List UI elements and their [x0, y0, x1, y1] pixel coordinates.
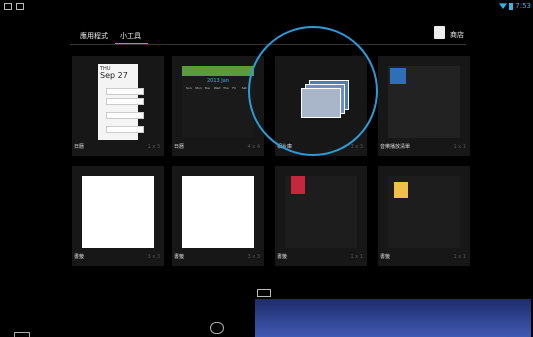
- weekday-label: Thu: [223, 86, 229, 90]
- wallpaper-preview: [255, 299, 531, 337]
- widget-size: 3 x 3: [247, 254, 261, 260]
- widget-tile[interactable]: 書籤 3 x 3: [172, 166, 264, 266]
- weekday-label: Sun: [186, 86, 192, 90]
- status-bar: 7:53: [0, 0, 533, 14]
- bookmarks-grid-preview: [82, 176, 154, 248]
- month-grid: Sun Mon Tue Wed Thu Fri Sat: [186, 86, 250, 134]
- widget-size: 1 x 3: [147, 144, 161, 150]
- widget-tile[interactable]: 音樂播放清單 1 x 1: [378, 56, 470, 156]
- calendar-event: [106, 126, 144, 133]
- weekday-label: Fri: [232, 86, 236, 90]
- status-clock: 7:53: [515, 2, 531, 10]
- image-notification-icon: [16, 3, 24, 10]
- notification-icon: [257, 289, 271, 297]
- widget-name: 日曆: [74, 144, 85, 150]
- widget-size: 1 x 1: [350, 254, 364, 260]
- weekday-label: Mon: [195, 86, 202, 90]
- month-calendar-preview: 2013 Jan Sun Mon Tue Wed Thu Fri Sat: [182, 66, 254, 138]
- widget-size: 3 x 3: [147, 254, 161, 260]
- shopping-bag-icon[interactable]: [434, 26, 445, 39]
- bookmark-file-icon: [394, 182, 408, 198]
- battery-icon: [509, 3, 513, 10]
- home-icon[interactable]: [14, 332, 30, 337]
- widget-tile[interactable]: 書籤 3 x 3: [72, 166, 164, 266]
- widget-name: 書籤: [380, 254, 391, 260]
- widget-size: 3 x 3: [350, 144, 364, 150]
- back-icon[interactable]: [210, 322, 224, 334]
- widget-name: 音樂播放清單: [380, 144, 411, 150]
- play-icon: [390, 68, 406, 84]
- widget-name: 日曆: [174, 144, 185, 150]
- widget-tile[interactable]: THU Sep 27 日曆 1 x 3: [72, 56, 164, 156]
- widget-name: 書籤: [174, 254, 185, 260]
- calendar-event: [106, 112, 144, 119]
- highlight-circle: [248, 26, 378, 156]
- widget-tile[interactable]: 書籤 1 x 1: [378, 166, 470, 266]
- widget-name: 書籤: [277, 254, 288, 260]
- tab-widgets[interactable]: 小工具: [120, 31, 141, 41]
- calendar-event: [106, 88, 144, 95]
- bookmark-file-preview: [388, 176, 460, 248]
- store-button[interactable]: 商店: [450, 30, 464, 40]
- bookmark-star-preview: [285, 176, 357, 248]
- weekday-label: Wed: [213, 86, 221, 90]
- tab-apps[interactable]: 應用程式: [80, 31, 108, 41]
- widget-size: 1 x 1: [453, 144, 467, 150]
- widget-tile[interactable]: 書籤 1 x 1: [275, 166, 367, 266]
- calendar-event: [106, 98, 144, 105]
- widget-size: 1 x 1: [453, 254, 467, 260]
- calendar-widget-preview: THU Sep 27: [98, 64, 144, 140]
- weekday-label: Tue: [204, 86, 210, 90]
- screenshot-icon: [4, 3, 12, 10]
- widget-name: 書籤: [74, 254, 85, 260]
- calendar-date: Sep 27: [100, 71, 128, 80]
- month-header-bar: [182, 66, 254, 76]
- widget-size: 4 x 4: [247, 144, 261, 150]
- music-playlist-preview: [388, 66, 460, 138]
- month-title: 2013 Jan: [206, 78, 230, 84]
- wifi-icon: [499, 3, 507, 9]
- star-bookmark-icon: [291, 176, 305, 194]
- browser-bookmarks-preview: [182, 176, 254, 248]
